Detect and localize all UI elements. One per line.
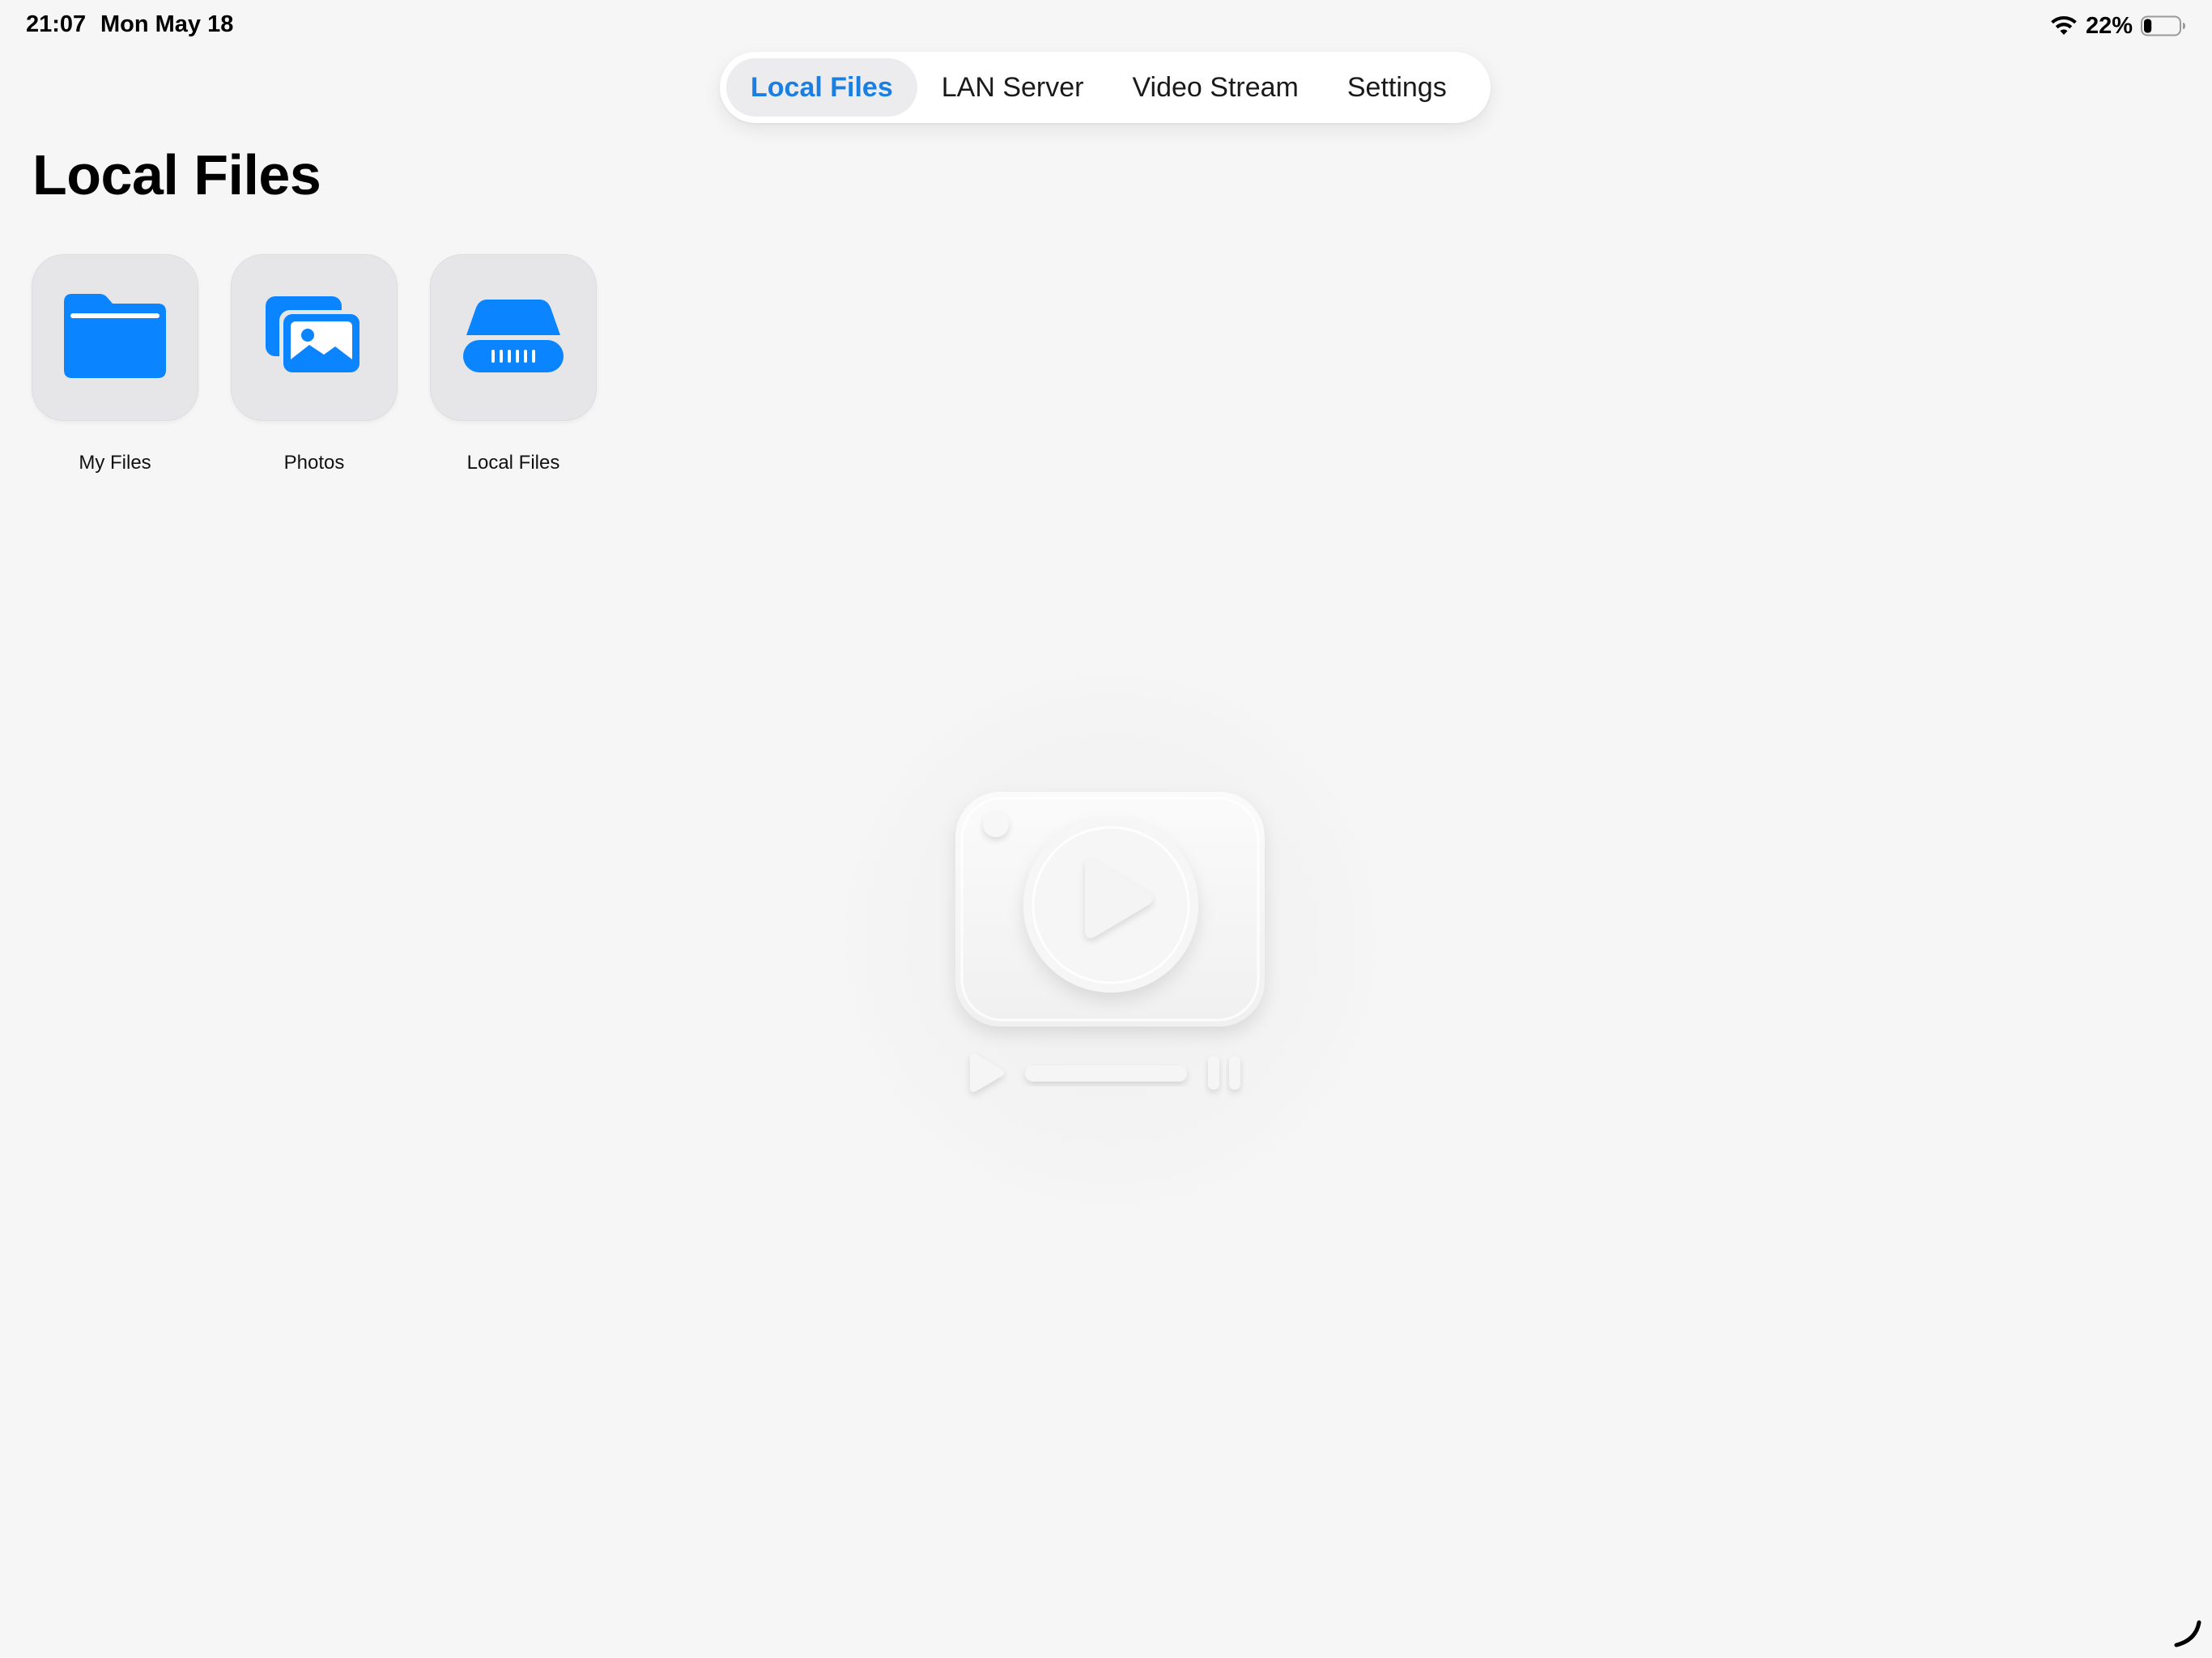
source-tiles: My Files Photos Local Files — [32, 254, 597, 474]
drive-icon — [463, 299, 564, 376]
tile-button[interactable] — [231, 254, 398, 421]
status-time: 21:07 — [26, 11, 87, 37]
tile-label: Local Files — [466, 452, 560, 474]
tile-photos[interactable]: Photos — [231, 254, 398, 474]
battery-percent: 22% — [2085, 12, 2133, 39]
tile-label: Photos — [283, 452, 345, 474]
tile-local-files[interactable]: Local Files — [430, 254, 597, 474]
status-bar: 21:07 Mon May 18 22% — [0, 0, 2212, 52]
tile-my-files[interactable]: My Files — [32, 254, 198, 474]
status-date: Mon May 18 — [100, 11, 234, 37]
wifi-icon — [2050, 15, 2078, 36]
window-resize-handle[interactable] — [2172, 1618, 2204, 1650]
tab-settings[interactable]: Settings — [1323, 58, 1471, 117]
tab-video-stream[interactable]: Video Stream — [1108, 58, 1322, 117]
tile-label: My Files — [79, 452, 151, 474]
tab-bar: Local Files LAN Server Video Stream Sett… — [720, 52, 1491, 123]
tab-lan-server[interactable]: LAN Server — [917, 58, 1108, 117]
tile-button[interactable] — [32, 254, 198, 421]
tab-local-files[interactable]: Local Files — [726, 58, 917, 117]
video-player-icon — [827, 656, 1394, 1222]
battery-fill — [2144, 19, 2152, 33]
page-title: Local Files — [32, 143, 321, 206]
folder-icon — [64, 293, 166, 382]
status-indicators: 22% — [2050, 10, 2186, 42]
tile-button[interactable] — [430, 254, 597, 421]
battery-icon — [2141, 15, 2186, 36]
photos-icon — [266, 295, 363, 380]
